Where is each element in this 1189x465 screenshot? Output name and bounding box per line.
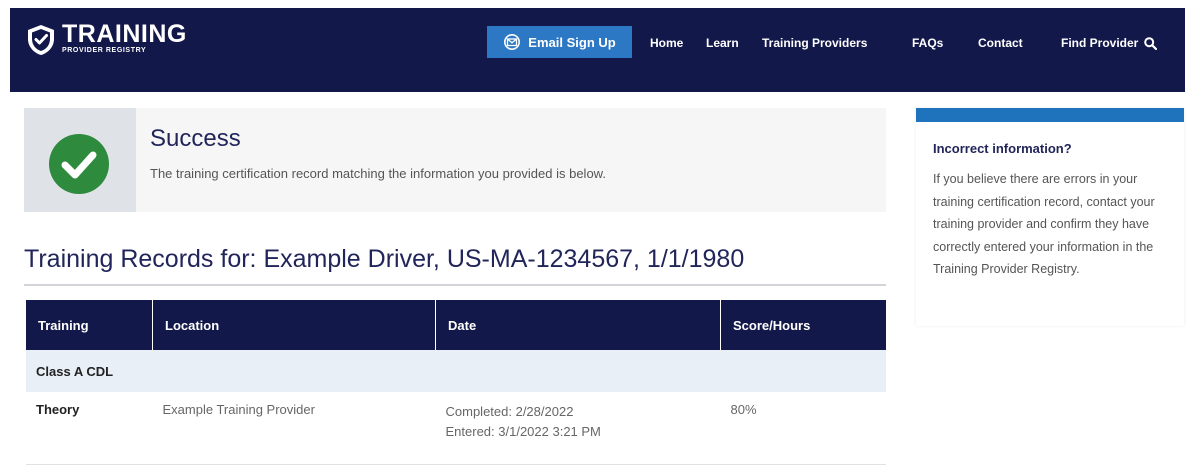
training-records-table: Training Location Date Score/Hours Class…	[26, 300, 886, 465]
nav-training-providers[interactable]: Training Providers	[762, 36, 867, 50]
email-signup-button[interactable]: Email Sign Up	[487, 26, 632, 58]
cell-score: 80%	[720, 392, 886, 465]
entered-date: Entered: 3/1/2022 3:21 PM	[445, 424, 601, 439]
completed-date: Completed: 2/28/2022	[445, 404, 574, 419]
check-circle-icon	[49, 134, 109, 194]
title-divider	[24, 284, 886, 286]
logo-title: TRAINING	[62, 20, 187, 48]
column-header-location: Location	[152, 300, 436, 350]
column-header-score: Score/Hours	[720, 300, 886, 350]
table-header-row: Training Location Date Score/Hours	[26, 300, 886, 350]
nav-faqs[interactable]: FAQs	[912, 36, 943, 50]
shield-check-icon	[28, 25, 54, 55]
sidebar-body: If you believe there are errors in your …	[933, 172, 1155, 276]
sidebar-accent-bar	[916, 108, 1184, 122]
cell-location: Example Training Provider	[152, 392, 436, 465]
nav-find-provider[interactable]: Find Provider	[1061, 36, 1158, 50]
nav-learn[interactable]: Learn	[706, 36, 739, 50]
records-title: Training Records for: Example Driver, US…	[24, 245, 745, 273]
nav-contact[interactable]: Contact	[978, 36, 1023, 50]
table-group-row: Class A CDL	[26, 350, 886, 392]
success-panel: Success The training certification recor…	[24, 108, 886, 212]
site-logo[interactable]: TRAINING PROVIDER REGISTRY	[26, 22, 187, 62]
incorrect-info-sidebar: Incorrect information? If you believe th…	[916, 108, 1184, 326]
success-title: Success	[150, 125, 241, 152]
sidebar-title: Incorrect information?	[933, 141, 1072, 156]
column-header-training: Training	[26, 300, 153, 350]
email-envelope-icon	[504, 34, 521, 50]
logo-subtitle: PROVIDER REGISTRY	[62, 47, 147, 54]
nav-home[interactable]: Home	[650, 36, 683, 50]
table-row: Theory Example Training Provider Complet…	[26, 392, 886, 465]
column-header-date: Date	[435, 300, 721, 350]
site-header: TRAINING PROVIDER REGISTRY Email Sign Up…	[10, 8, 1185, 92]
success-message: The training certification record matchi…	[150, 166, 606, 181]
email-signup-label: Email Sign Up	[528, 34, 616, 50]
group-label: Class A CDL	[26, 350, 886, 392]
cell-date: Completed: 2/28/2022 Entered: 3/1/2022 3…	[435, 392, 721, 465]
search-icon	[1144, 36, 1158, 50]
find-provider-label: Find Provider	[1061, 36, 1139, 50]
cell-training: Theory	[26, 392, 153, 465]
success-icon-box	[24, 108, 136, 212]
